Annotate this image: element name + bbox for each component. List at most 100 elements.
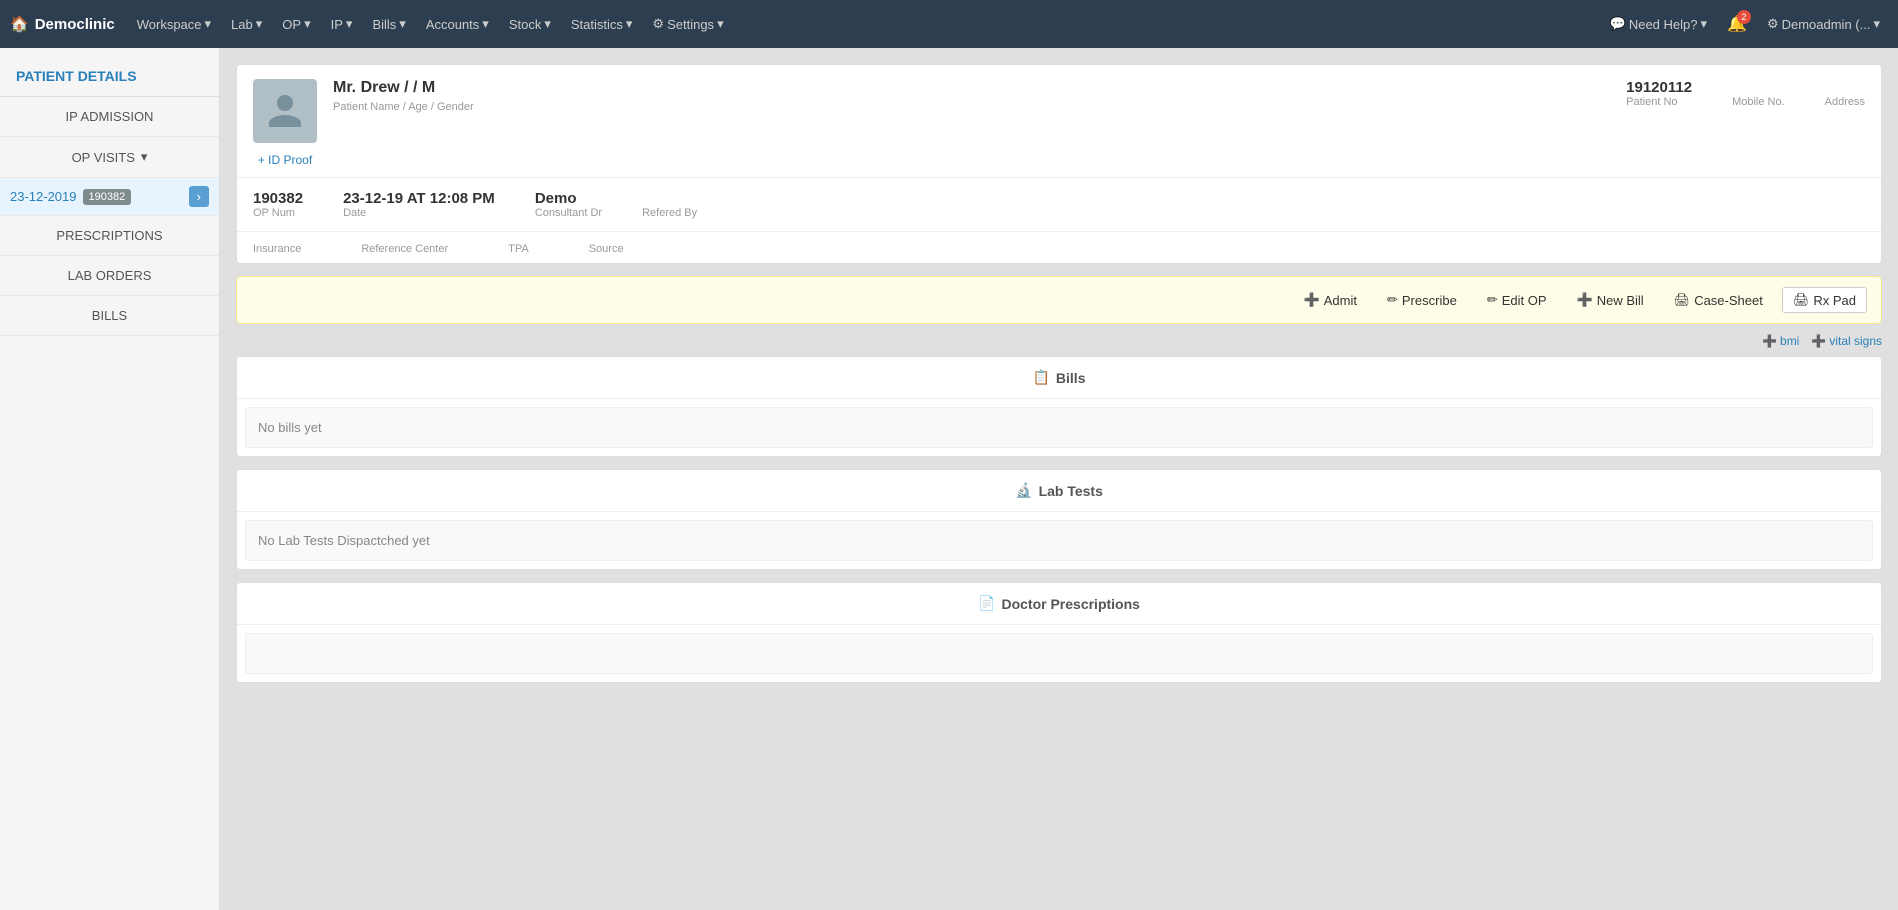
nav-right: 💬 Need Help? ▾ 🔔 2 ⚙ Demoadmin (... ▾ [1602,10,1888,38]
bmi-link[interactable]: ➕ bmi [1762,334,1799,348]
patient-card: + ID Proof Mr. Drew / / M Patient Name /… [236,64,1882,264]
home-icon: 🏠 [10,15,29,33]
nav-workspace-label: Workspace [137,17,202,32]
chevron-down-icon: ▾ [1873,16,1880,32]
pencil-icon: ✏ [1387,292,1398,308]
active-date: 23-12-2019 [10,189,77,204]
id-proof-link[interactable]: + ID Proof [258,153,312,167]
plus-icon: ➕ [1577,292,1593,308]
edit-op-button[interactable]: ✏ Edit OP [1476,287,1558,313]
document-icon: 📄 [978,595,995,612]
prescriptions-title: Doctor Prescriptions [1001,596,1139,612]
sidebar-op-visits-label: OP VISITS [72,150,135,165]
rx-pad-button[interactable]: 🖨 Rx Pad [1782,287,1867,313]
lab-tests-section: 🔬 Lab Tests No Lab Tests Dispactched yet [236,469,1882,570]
mobile-no-label: Mobile No. [1732,96,1785,108]
nav-ip[interactable]: IP ▾ [323,10,361,38]
nav-user[interactable]: ⚙ Demoadmin (... ▾ [1759,10,1888,38]
bills-empty-text: No bills yet [258,420,322,435]
chevron-down-icon: ▾ [304,16,311,32]
bills-empty: No bills yet [245,407,1873,448]
reference-center-label: Reference Center [361,243,448,255]
lab-icon: 🔬 [1015,482,1032,499]
admit-button[interactable]: ➕ Admit [1293,287,1368,313]
sidebar-active-row[interactable]: 23-12-2019 190382 › [0,178,219,216]
chevron-down-icon: ▾ [626,16,633,32]
sidebar-item-bills[interactable]: BILLS [0,296,219,336]
prescribe-button[interactable]: ✏ Prescribe [1376,287,1468,313]
person-icon [265,91,305,131]
action-bar: ➕ Admit ✏ Prescribe ✏ Edit OP ➕ New Bill… [236,276,1882,324]
avatar [253,79,317,143]
chevron-down-icon: ▾ [141,149,148,165]
source-label: Source [589,243,624,255]
chevron-down-icon: ▾ [717,16,724,32]
sidebar-item-op-visits[interactable]: OP VISITS ▾ [0,137,219,178]
info-block-referred: Refered By [642,190,697,219]
address-value [1825,79,1865,96]
nav-bills-label: Bills [372,17,396,32]
patient-name-label: Patient Name / Age / Gender [333,101,1610,113]
sidebar-item-ip-admission[interactable]: IP ADMISSION [0,97,219,137]
tpa-label: TPA [508,243,529,255]
info-block-consultant: Demo Consultant Dr [535,190,602,219]
plus-icon: ➕ [1304,292,1320,308]
address-label: Address [1825,96,1865,108]
patient-right-info: 19120112 Patient No Mobile No. Address [1626,79,1865,108]
patient-no-value: 19120112 [1626,79,1692,96]
insurance-label: Insurance [253,243,301,255]
nav-settings-label: Settings [667,17,714,32]
nav-settings[interactable]: ⚙ Settings ▾ [644,10,731,38]
chevron-down-icon: ▾ [482,16,489,32]
nav-statistics-label: Statistics [571,17,623,32]
sidebar-item-lab-orders[interactable]: LAB ORDERS [0,256,219,296]
nav-statistics[interactable]: Statistics ▾ [563,10,641,38]
navbar: 🏠 Democlinic Workspace ▾ Lab ▾ OP ▾ IP ▾… [0,0,1898,48]
patient-row2: 190382 OP Num 23-12-19 AT 12:08 PM Date … [237,178,1881,232]
sidebar-lab-orders-label: LAB ORDERS [68,268,152,283]
bills-section: 📋 Bills No bills yet [236,356,1882,457]
chevron-down-icon: ▾ [256,16,263,32]
nav-stock[interactable]: Stock ▾ [501,10,559,38]
gear-icon: ⚙ [1767,16,1779,32]
patient-top: + ID Proof Mr. Drew / / M Patient Name /… [237,65,1881,178]
patient-row3: Insurance Reference Center TPA Source [237,232,1881,263]
chevron-down-icon: ▾ [544,16,551,32]
nav-bell[interactable]: 🔔 2 [1723,10,1751,38]
patient-name: Mr. Drew / / M [333,79,1610,97]
lab-tests-empty-text: No Lab Tests Dispactched yet [258,533,430,548]
nav-lab-label: Lab [231,17,253,32]
prescriptions-section: 📄 Doctor Prescriptions [236,582,1882,683]
prescribe-label: Prescribe [1402,293,1457,308]
nav-help[interactable]: 💬 Need Help? ▾ [1602,10,1715,38]
nav-lab[interactable]: Lab ▾ [223,10,270,38]
prescriptions-section-title: 📄 Doctor Prescriptions [237,583,1881,625]
sidebar-header: PATIENT DETAILS [0,58,219,97]
nav-bills[interactable]: Bills ▾ [364,10,413,38]
sidebar-item-prescriptions[interactable]: PRESCRIPTIONS [0,216,219,256]
consultant-value: Demo [535,190,602,207]
arrow-button[interactable]: › [189,186,209,207]
info-block-date: 23-12-19 AT 12:08 PM Date [343,190,495,219]
nav-op[interactable]: OP ▾ [274,10,318,38]
brand-name: Democlinic [35,16,115,33]
sidebar-ip-admission-label: IP ADMISSION [66,109,154,124]
lab-tests-empty: No Lab Tests Dispactched yet [245,520,1873,561]
nav-stock-label: Stock [509,17,542,32]
chevron-down-icon: ▾ [399,16,406,32]
vital-signs-label: vital signs [1829,334,1882,348]
vital-signs-link[interactable]: ➕ vital signs [1811,334,1882,348]
new-bill-button[interactable]: ➕ New Bill [1566,287,1655,313]
chevron-down-icon: ▾ [205,16,212,32]
referred-value [642,190,697,207]
content: + ID Proof Mr. Drew / / M Patient Name /… [220,48,1898,910]
nav-workspace[interactable]: Workspace ▾ [129,10,219,38]
patient-info-main: Mr. Drew / / M Patient Name / Age / Gend… [333,79,1610,113]
info-source: Source [589,240,624,255]
case-sheet-button[interactable]: 🖨 Case-Sheet [1663,287,1774,313]
info-block-mobile: Mobile No. [1732,79,1785,108]
op-num-label: OP Num [253,207,303,219]
info-block-patient-no: 19120112 Patient No [1626,79,1692,108]
brand[interactable]: 🏠 Democlinic [10,15,115,33]
nav-accounts[interactable]: Accounts ▾ [418,10,497,38]
